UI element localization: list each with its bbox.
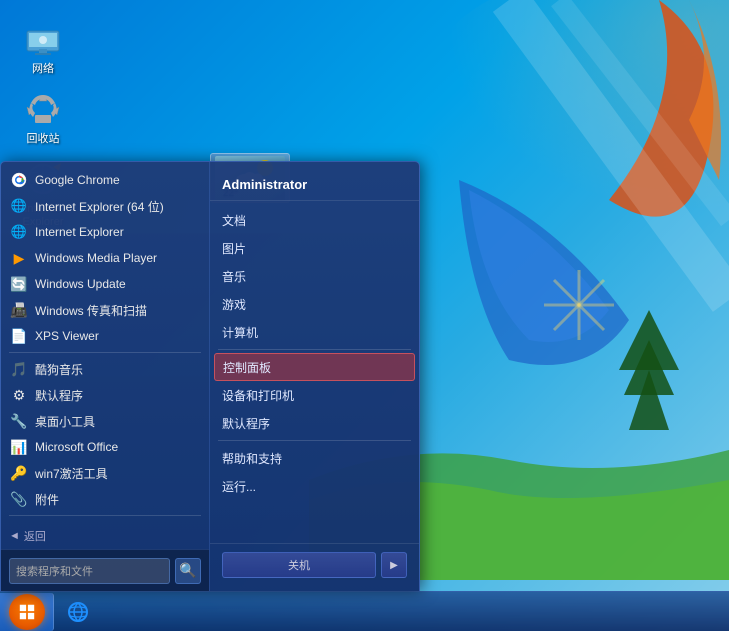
ie64-icon: 🌐 — [9, 196, 29, 216]
start-menu-item-ie[interactable]: 🌐 Internet Explorer — [1, 219, 209, 245]
start-menu-item-addon[interactable]: 📎 附件 — [1, 486, 209, 512]
chrome-label: Google Chrome — [35, 173, 120, 187]
start-menu-item-win7tools[interactable]: 🔑 win7激活工具 — [1, 460, 209, 486]
right-separator-1 — [218, 349, 411, 350]
docs-label: 文档 — [222, 212, 246, 229]
taskbar-icons — [59, 593, 97, 631]
ie-label: Internet Explorer — [35, 225, 124, 239]
start-orb — [9, 594, 45, 630]
back-button[interactable]: ◄ 返回 — [1, 523, 209, 549]
shutdown-button[interactable]: 关机 — [222, 552, 376, 578]
ie64-label: Internet Explorer (64 位) — [35, 198, 164, 215]
devices-label: 设备和打印机 — [222, 387, 294, 404]
start-menu-right-panel: Administrator 文档 图片 音乐 游戏 计算机 控制面板 设备和打印… — [210, 162, 419, 591]
start-menu-item-chrome[interactable]: Google Chrome — [1, 167, 209, 193]
faxscan-icon: 📠 — [9, 300, 29, 320]
right-menu-pics[interactable]: 图片 — [210, 234, 419, 262]
start-menu-left-panel: Google Chrome 🌐 Internet Explorer (64 位)… — [1, 162, 210, 591]
addon-label: 附件 — [35, 491, 59, 508]
separator-2 — [9, 515, 201, 516]
right-run-label: 运行... — [222, 478, 256, 495]
desktools-icon: 🔧 — [9, 411, 29, 431]
search-box[interactable]: 搜索程序和文件 — [9, 558, 170, 584]
right-menu-help[interactable]: 帮助和支持 — [210, 444, 419, 472]
win7tools-icon: 🔑 — [9, 463, 29, 483]
start-menu-list: Google Chrome 🌐 Internet Explorer (64 位)… — [1, 162, 209, 521]
desktop: 网络 回收站 — [0, 0, 729, 631]
mediaplayer-label: Windows Media Player — [35, 251, 157, 265]
mediaplayer-icon: ▶ — [9, 248, 29, 268]
computer-label: 计算机 — [222, 324, 258, 341]
games-label: 游戏 — [222, 296, 246, 313]
pics-label: 图片 — [222, 240, 246, 257]
back-arrow-icon: ◄ — [9, 530, 20, 542]
start-menu-item-update[interactable]: 🔄 Windows Update — [1, 271, 209, 297]
start-menu-item-faxscan[interactable]: 📠 Windows 传真和扫描 — [1, 297, 209, 323]
right-bottom-bar: 关机 ▶ — [210, 543, 419, 586]
faxscan-label: Windows 传真和扫描 — [35, 302, 147, 319]
update-icon: 🔄 — [9, 274, 29, 294]
ie-icon: 🌐 — [9, 222, 29, 242]
separator-1 — [9, 352, 201, 353]
chrome-icon — [9, 170, 29, 190]
start-menu-item-ie64[interactable]: 🌐 Internet Explorer (64 位) — [1, 193, 209, 219]
recycle-label: 回收站 — [27, 133, 60, 146]
user-name: Administrator — [210, 167, 419, 201]
start-menu-item-mediaplayer[interactable]: ▶ Windows Media Player — [1, 245, 209, 271]
defaults-label: 默认程序 — [35, 387, 83, 404]
desktools-label: 桌面小工具 — [35, 413, 95, 430]
help-label: 帮助和支持 — [222, 450, 282, 467]
shutdown-arrow-icon: ▶ — [390, 560, 398, 571]
update-label: Windows Update — [35, 277, 126, 291]
right-menu-docs[interactable]: 文档 — [210, 206, 419, 234]
recycle-icon — [23, 89, 63, 129]
search-icon: 🔍 — [179, 562, 196, 579]
right-menu-games[interactable]: 游戏 — [210, 290, 419, 318]
addon-icon: 📎 — [9, 489, 29, 509]
search-placeholder: 搜索程序和文件 — [16, 563, 93, 579]
defaultprograms-label: 默认程序 — [222, 415, 270, 432]
controlpanel-label: 控制面板 — [223, 359, 271, 376]
desktop-icon-network[interactable]: 网络 — [8, 15, 78, 80]
start-menu-bottom: 搜索程序和文件 🔍 — [1, 549, 209, 591]
office-label: Microsoft Office — [35, 440, 118, 454]
xpsviewer-icon: 📄 — [9, 326, 29, 346]
office-icon: 📊 — [9, 437, 29, 457]
start-button[interactable] — [0, 593, 54, 631]
start-menu-item-defaults[interactable]: ⚙ 默认程序 — [1, 382, 209, 408]
taskbar-icon-ie[interactable] — [59, 593, 97, 631]
defaults-icon: ⚙ — [9, 385, 29, 405]
start-menu-item-desktools[interactable]: 🔧 桌面小工具 — [1, 408, 209, 434]
start-menu-item-music[interactable]: 🎵 酷狗音乐 — [1, 356, 209, 382]
right-menu-controlpanel[interactable]: 控制面板 — [214, 353, 415, 381]
start-menu-item-haogame[interactable]: 🐬 海豚网游加速器 — [1, 519, 209, 521]
taskbar — [0, 591, 729, 631]
start-menu-item-office[interactable]: 📊 Microsoft Office — [1, 434, 209, 460]
shutdown-arrow-button[interactable]: ▶ — [381, 552, 407, 578]
xpsviewer-label: XPS Viewer — [35, 329, 99, 343]
start-menu-item-xpsviewer[interactable]: 📄 XPS Viewer — [1, 323, 209, 349]
shutdown-label: 关机 — [288, 557, 310, 573]
right-menu-computer[interactable]: 计算机 — [210, 318, 419, 346]
right-menu-music[interactable]: 音乐 — [210, 262, 419, 290]
back-label: 返回 — [24, 528, 46, 544]
music-label: 酷狗音乐 — [35, 361, 83, 378]
desktop-icon-recycle[interactable]: 回收站 — [8, 85, 78, 150]
network-label: 网络 — [32, 63, 54, 76]
network-icon — [23, 19, 63, 59]
right-menu-defaultprograms[interactable]: 默认程序 — [210, 409, 419, 437]
win7tools-label: win7激活工具 — [35, 465, 108, 482]
search-button[interactable]: 🔍 — [175, 558, 201, 584]
right-separator-2 — [218, 440, 411, 441]
right-music-label: 音乐 — [222, 268, 246, 285]
right-menu-devices[interactable]: 设备和打印机 — [210, 381, 419, 409]
start-menu: Google Chrome 🌐 Internet Explorer (64 位)… — [0, 161, 420, 591]
music-icon: 🎵 — [9, 359, 29, 379]
right-menu-run[interactable]: 运行... — [210, 472, 419, 500]
